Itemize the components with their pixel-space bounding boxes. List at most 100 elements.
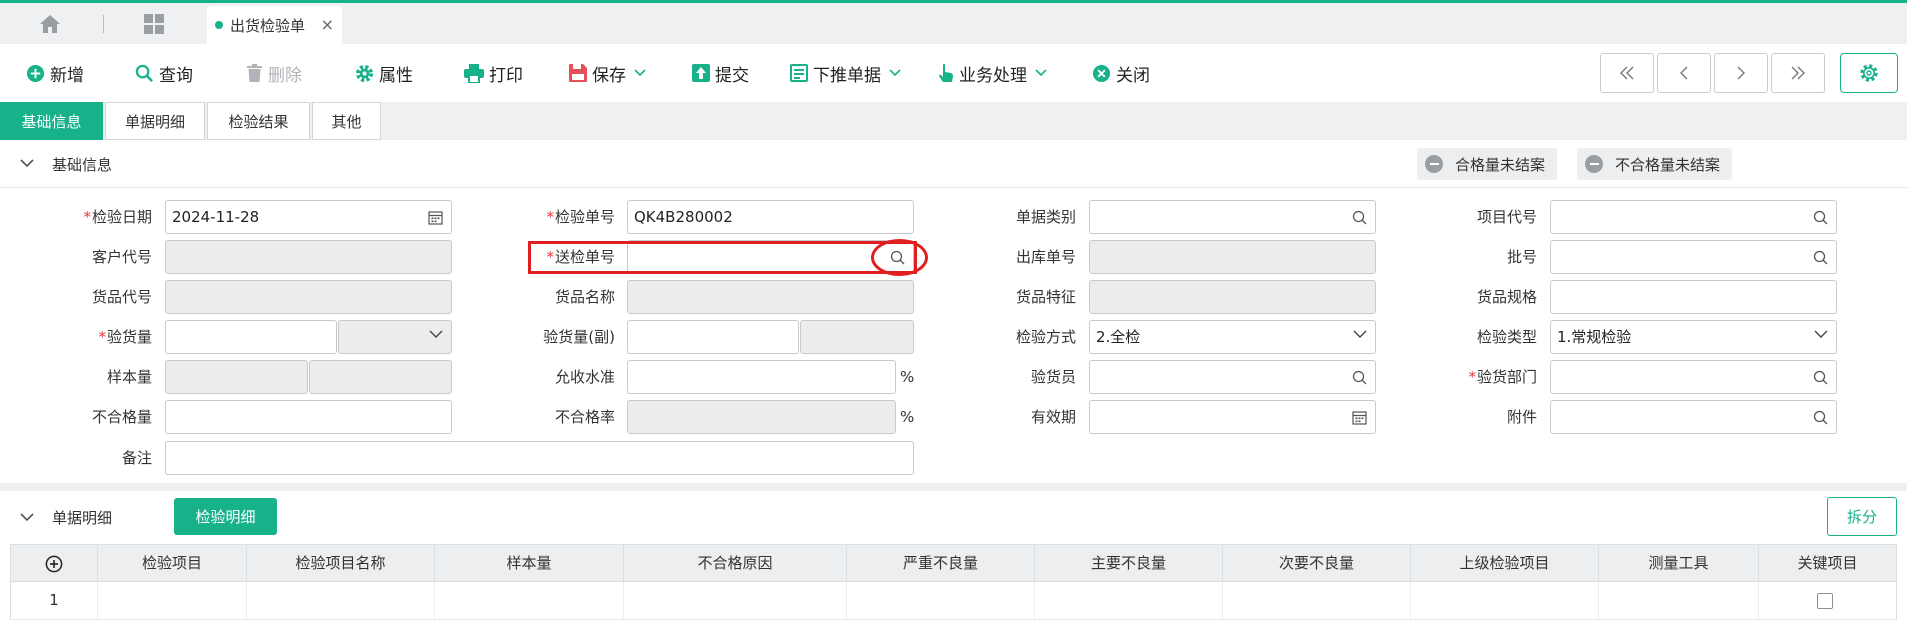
table-cell[interactable] xyxy=(1223,582,1411,619)
column-header[interactable]: 严重不良量 xyxy=(847,545,1035,581)
query-button[interactable]: 查询 xyxy=(135,60,193,86)
chevron-down-icon xyxy=(429,330,443,338)
goods-spec-field[interactable] xyxy=(1550,280,1837,314)
submit-button[interactable]: 提交 xyxy=(692,60,749,86)
doc-type-field[interactable] xyxy=(1089,200,1376,234)
goods-feature-field xyxy=(1089,280,1376,314)
tab-other[interactable]: 其他 xyxy=(312,102,381,140)
inspect-method-select[interactable]: 2.全检 xyxy=(1089,320,1376,354)
business-button[interactable]: 业务处理 xyxy=(938,60,1052,86)
document-tab-label: 出货检验单 xyxy=(230,16,306,35)
column-header[interactable]: 上级检验项目 xyxy=(1411,545,1599,581)
submit-no-field[interactable] xyxy=(627,240,914,274)
calendar-icon[interactable] xyxy=(428,210,443,225)
table-cell[interactable] xyxy=(435,582,624,619)
goods-code-field xyxy=(165,280,452,314)
column-header[interactable]: 关键项目 xyxy=(1759,545,1896,581)
tab-inspection-detail[interactable]: 检验明细 xyxy=(174,498,277,535)
document-list-icon xyxy=(790,64,808,82)
document-tab[interactable]: 出货检验单 × xyxy=(207,6,342,44)
tab-document-detail[interactable]: 单据明细 xyxy=(105,102,205,140)
previous-record-button[interactable] xyxy=(1657,53,1711,93)
sample-qty-unit-field xyxy=(309,360,452,394)
printer-icon xyxy=(464,63,484,83)
column-header[interactable]: 主要不良量 xyxy=(1035,545,1223,581)
table-cell[interactable] xyxy=(1411,582,1599,619)
next-record-button[interactable] xyxy=(1714,53,1768,93)
table-cell[interactable] xyxy=(1035,582,1223,619)
save-button[interactable]: 保存 xyxy=(569,60,651,86)
inspect-date-field[interactable]: 2024-11-28 xyxy=(165,200,452,234)
table-cell[interactable] xyxy=(847,582,1035,619)
minus-circle-icon xyxy=(1585,155,1603,173)
inspect-no-field[interactable]: QK4B280002 xyxy=(627,200,914,234)
delete-button[interactable]: 删除 xyxy=(246,60,302,86)
split-button[interactable]: 拆分 xyxy=(1827,497,1897,536)
push-down-button[interactable]: 下推单据 xyxy=(790,60,906,86)
project-code-field[interactable] xyxy=(1550,200,1837,234)
first-record-button[interactable] xyxy=(1600,53,1654,93)
search-icon[interactable] xyxy=(1352,210,1367,225)
save-disk-icon xyxy=(569,64,587,82)
table-cell[interactable] xyxy=(247,582,435,619)
collapse-chevron-icon[interactable] xyxy=(20,512,34,522)
remark-field[interactable] xyxy=(165,441,914,475)
doc-type-label: 单据类别 xyxy=(1015,208,1076,226)
inspector-field[interactable] xyxy=(1089,360,1376,394)
close-button[interactable]: 关闭 xyxy=(1092,60,1150,86)
aql-field[interactable] xyxy=(627,360,896,394)
add-circle-icon[interactable] xyxy=(45,555,63,573)
search-icon[interactable] xyxy=(1813,210,1828,225)
aql-label: 允收水准 xyxy=(554,368,615,386)
search-icon[interactable] xyxy=(1813,410,1828,425)
batch-no-label: 批号 xyxy=(1506,248,1537,266)
inspect-qty-field[interactable] xyxy=(165,320,337,354)
inspect-qty-unit-select[interactable] xyxy=(338,320,452,354)
search-icon[interactable] xyxy=(1813,370,1828,385)
push-down-label: 下推单据 xyxy=(813,65,881,86)
fail-qty-open-status[interactable]: 不合格量未结案 xyxy=(1577,148,1733,180)
column-header[interactable]: 样本量 xyxy=(435,545,624,581)
grid-icon[interactable] xyxy=(143,13,165,35)
tab-inspection-result[interactable]: 检验结果 xyxy=(207,102,310,140)
defect-qty-field[interactable] xyxy=(165,400,452,434)
inspect-qty-sub-field[interactable] xyxy=(627,320,799,354)
table-row[interactable]: 1 xyxy=(10,582,1897,620)
search-icon[interactable] xyxy=(890,250,905,265)
tab-basic-info[interactable]: 基础信息 xyxy=(0,102,103,140)
column-header[interactable]: 测量工具 xyxy=(1599,545,1759,581)
add-row-header[interactable] xyxy=(11,545,98,581)
key-item-checkbox[interactable] xyxy=(1817,593,1833,609)
trash-icon xyxy=(247,63,262,82)
table-cell[interactable] xyxy=(624,582,847,619)
column-header[interactable]: 次要不良量 xyxy=(1223,545,1411,581)
inspect-dept-field[interactable] xyxy=(1550,360,1837,394)
attachment-field[interactable] xyxy=(1550,400,1837,434)
home-icon[interactable] xyxy=(38,13,62,35)
collapse-chevron-icon[interactable] xyxy=(20,158,34,168)
close-tab-icon[interactable]: × xyxy=(321,15,334,34)
inspect-type-select[interactable]: 1.常规检验 xyxy=(1550,320,1837,354)
calendar-icon[interactable] xyxy=(1352,410,1367,425)
batch-no-field[interactable] xyxy=(1550,240,1837,274)
properties-button[interactable]: 属性 xyxy=(355,60,413,86)
last-record-button[interactable] xyxy=(1771,53,1825,93)
submit-label: 提交 xyxy=(715,65,749,86)
print-button[interactable]: 打印 xyxy=(464,60,523,86)
settings-button[interactable] xyxy=(1840,53,1898,93)
search-icon[interactable] xyxy=(1352,370,1367,385)
project-code-label: 项目代号 xyxy=(1476,208,1537,226)
pointer-hand-icon xyxy=(939,63,953,82)
pass-qty-open-status[interactable]: 合格量未结案 xyxy=(1417,148,1558,180)
chevron-down-icon xyxy=(889,69,901,77)
column-header[interactable]: 检验项目名称 xyxy=(247,545,435,581)
goods-name-field xyxy=(627,280,914,314)
column-header[interactable]: 检验项目 xyxy=(98,545,247,581)
column-header[interactable]: 不合格原因 xyxy=(624,545,847,581)
defect-rate-percent-unit: % xyxy=(900,408,915,426)
valid-period-field[interactable] xyxy=(1089,400,1376,434)
search-icon[interactable] xyxy=(1813,250,1828,265)
table-cell[interactable] xyxy=(98,582,247,619)
new-button[interactable]: 新增 xyxy=(26,60,84,86)
table-cell[interactable] xyxy=(1599,582,1759,619)
